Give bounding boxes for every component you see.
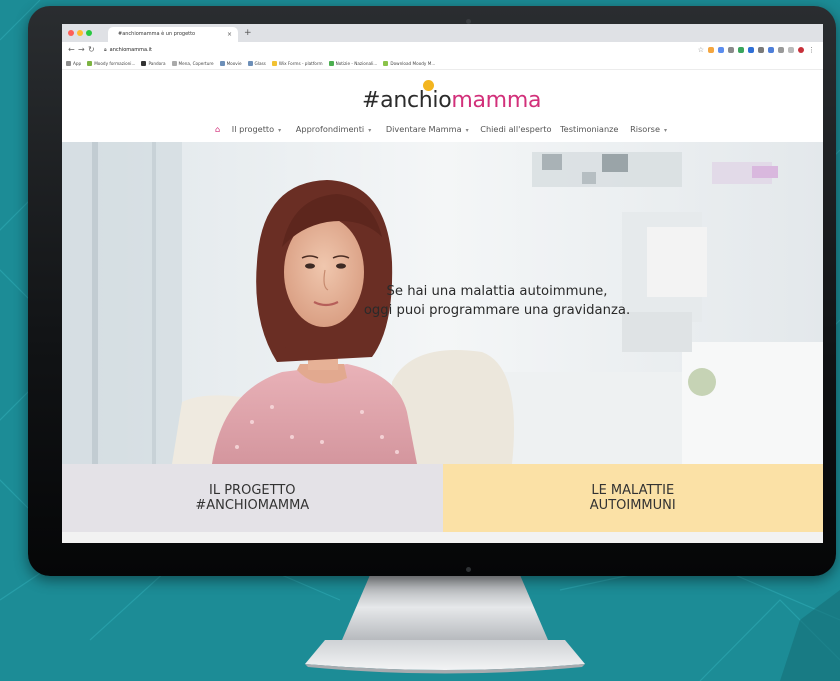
- chevron-down-icon: ▾: [278, 127, 282, 134]
- bookmark-icon: [171, 61, 177, 66]
- bookmark-icon: [328, 61, 334, 66]
- extension-icon[interactable]: [768, 47, 774, 53]
- extension-icon[interactable]: [748, 47, 754, 53]
- tile-line: #ANCHIOMAMMA: [195, 498, 310, 513]
- feature-tiles: IL PROGETTO #ANCHIOMAMMA LE MALATTIE AUTOI…: [62, 464, 823, 532]
- extension-icon[interactable]: [778, 47, 784, 53]
- bookmark-item[interactable]: Download Moody M...: [383, 61, 435, 66]
- url-input[interactable]: 🔒︎ anchiomamma.it: [104, 45, 604, 55]
- bookmark-item[interactable]: Pandora: [141, 61, 166, 66]
- tile-line: AUTOIMMUNI: [589, 498, 676, 513]
- extension-icon[interactable]: [708, 47, 714, 53]
- address-bar: ← → ↻ 🔒︎ anchiomamma.it ☆ ⋮: [62, 42, 823, 59]
- extension-icon[interactable]: [718, 47, 724, 53]
- hero-headline: Se hai una malattia autoimmune, oggi puo…: [332, 282, 662, 320]
- bookmark-item[interactable]: Moovie: [219, 61, 242, 66]
- lock-icon: 🔒︎: [104, 47, 107, 53]
- screen: #anchiomamma è un progetto × + ← → ↻ 🔒︎ a…: [62, 24, 823, 543]
- nav-item-approfondimenti[interactable]: Approfondimenti ▾: [293, 124, 374, 134]
- chin-dot: [466, 567, 471, 572]
- extension-icons: ☆ ⋮: [698, 45, 815, 55]
- hero-line-1: Se hai una malattia autoimmune,: [386, 284, 608, 299]
- bookmark-item[interactable]: Wix Forms - platform: [271, 61, 323, 66]
- menu-dots-icon[interactable]: ⋮: [808, 46, 815, 54]
- bookmark-item[interactable]: Mena, Coperture: [171, 61, 214, 66]
- apps-icon: [66, 61, 71, 66]
- tab-close-icon[interactable]: ×: [227, 27, 232, 42]
- bookmarks-bar: App Moody formazioni... Pandora Mena, Co…: [62, 58, 823, 70]
- bookmark-icon: [141, 61, 147, 66]
- bookmark-icon: [383, 61, 389, 66]
- site-header: #anchiomamma ⌂ Il progetto ▾ Approfondime…: [62, 70, 823, 142]
- minimize-window-icon[interactable]: [77, 30, 83, 36]
- bookmark-icon: [271, 61, 277, 66]
- nav-item-chiedi-esperto[interactable]: Chiedi all'esperto: [480, 124, 551, 134]
- folder-icon: [247, 61, 253, 66]
- nav-item-il-progetto[interactable]: Il progetto ▾: [229, 124, 284, 134]
- extension-icon[interactable]: [788, 47, 794, 53]
- browser-tab[interactable]: #anchiomamma è un progetto ×: [108, 27, 238, 42]
- hero-line-2: oggi puoi programmare una gravidanza.: [363, 303, 631, 318]
- tab-title: #anchiomamma è un progetto: [118, 31, 196, 37]
- logo-prefix: #anchio: [362, 88, 452, 113]
- url-text: anchiomamma.it: [109, 47, 152, 53]
- hero-banner: Se hai una malattia autoimmune, oggi puo…: [62, 142, 823, 464]
- bookmark-item[interactable]: Notizie - Nazionali...: [328, 61, 377, 66]
- reload-icon[interactable]: ↻: [88, 44, 95, 56]
- chevron-down-icon: ▾: [465, 127, 469, 134]
- extension-icon[interactable]: [758, 47, 764, 53]
- bookmark-item[interactable]: Moody formazioni...: [87, 61, 135, 66]
- tile-line: LE MALATTIE: [591, 483, 675, 498]
- extension-icon[interactable]: [738, 47, 744, 53]
- folder-icon: [219, 61, 225, 66]
- tile-line: IL PROGETTO: [209, 483, 296, 498]
- bookmark-item[interactable]: Glass: [247, 61, 266, 66]
- nav-item-testimonianze[interactable]: Testimonianze: [560, 124, 618, 134]
- main-nav: ⌂ Il progetto ▾ Approfondimenti ▾ Diventar…: [62, 124, 823, 134]
- close-window-icon[interactable]: [68, 30, 74, 36]
- tile-malattie-autoimmuni[interactable]: LE MALATTIE AUTOIMMUNI: [442, 464, 823, 532]
- logo-suffix: mamma: [451, 88, 542, 113]
- forward-arrow-icon[interactable]: →: [78, 44, 85, 56]
- bookmark-item[interactable]: App: [66, 61, 81, 66]
- chevron-down-icon: ▾: [368, 127, 372, 134]
- extension-icon[interactable]: [728, 47, 734, 53]
- maximize-window-icon[interactable]: [86, 30, 92, 36]
- new-tab-button[interactable]: +: [244, 27, 252, 40]
- nav-item-diventare-mamma[interactable]: Diventare Mamma ▾: [383, 124, 472, 134]
- tile-il-progetto[interactable]: IL PROGETTO #ANCHIOMAMMA: [62, 464, 443, 532]
- profile-icon[interactable]: [798, 47, 804, 53]
- bookmark-icon: [87, 61, 93, 66]
- nav-item-risorse[interactable]: Risorse ▾: [627, 124, 670, 134]
- site-logo[interactable]: #anchiomamma: [362, 88, 541, 113]
- home-icon[interactable]: ⌂: [215, 124, 220, 134]
- browser-tab-bar: #anchiomamma è un progetto × +: [62, 24, 823, 42]
- star-icon[interactable]: ☆: [698, 46, 704, 54]
- screen-bottom-strip: [62, 532, 823, 543]
- chevron-down-icon: ▾: [664, 127, 668, 134]
- back-arrow-icon[interactable]: ←: [68, 44, 75, 56]
